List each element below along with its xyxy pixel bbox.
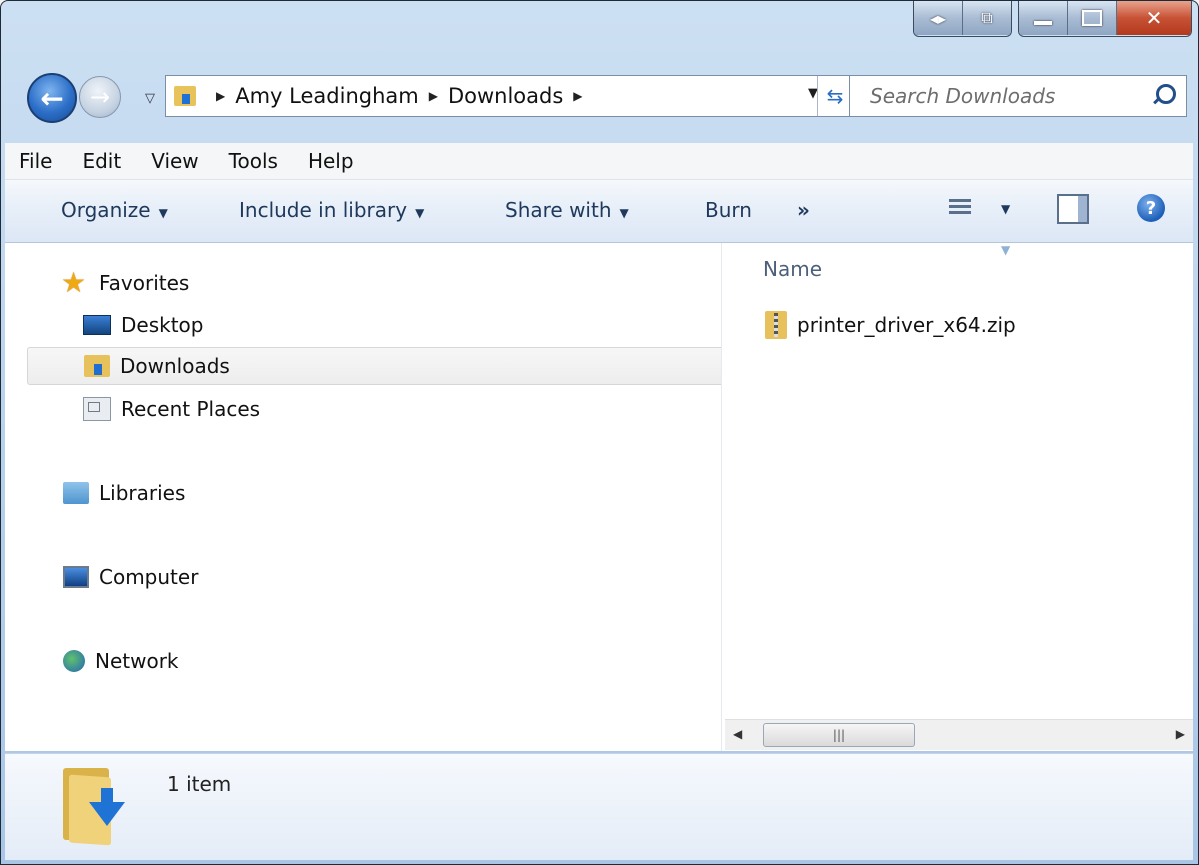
include-in-library-button[interactable]: Include in library ▼ xyxy=(239,198,424,222)
window-caption-group: ✕ xyxy=(1018,1,1192,37)
nav-favorites[interactable]: ★ Favorites xyxy=(61,265,189,301)
nav-libraries-label: Libraries xyxy=(99,481,186,505)
nav-downloads[interactable]: Downloads xyxy=(27,347,775,385)
close-icon: ✕ xyxy=(1145,6,1163,30)
refresh-button[interactable]: ⇆ xyxy=(817,76,852,116)
chevron-down-icon: ▼ xyxy=(158,206,168,220)
nav-downloads-label: Downloads xyxy=(120,354,230,378)
list-item[interactable]: printer_driver_x64.zip xyxy=(765,311,1016,339)
recent-places-icon xyxy=(83,397,111,421)
menu-edit[interactable]: Edit xyxy=(68,149,137,173)
change-view-icon[interactable] xyxy=(949,196,971,218)
nav-recent-places[interactable]: Recent Places xyxy=(83,391,260,427)
minimize-icon xyxy=(1034,21,1052,25)
refresh-icon: ⇆ xyxy=(826,84,844,108)
organize-label: Organize xyxy=(61,198,151,222)
minimize-button[interactable] xyxy=(1019,1,1068,35)
menu-bar: File Edit View Tools Help xyxy=(5,143,1193,180)
address-row: ← → ▽ ▶ Amy Leadingham ▶ Downloads ▶ ▼ ⇆ xyxy=(27,73,1187,125)
breadcrumb-separator-icon[interactable]: ▶ xyxy=(429,89,438,103)
libraries-icon xyxy=(63,482,89,504)
forward-arrow-icon: → xyxy=(89,83,111,111)
explorer-window: ◂▸ ⧉ ✕ ← → ▽ ▶ Amy Leadingham ▶ Download… xyxy=(0,0,1199,865)
nav-desktop-label: Desktop xyxy=(121,313,204,337)
nav-network[interactable]: Network xyxy=(63,643,179,679)
share-with-label: Share with xyxy=(505,198,612,222)
title-bar-controls: ◂▸ ⧉ ✕ xyxy=(907,1,1192,37)
back-arrow-icon: ← xyxy=(40,81,64,115)
breadcrumb-separator-icon[interactable]: ▶ xyxy=(573,89,582,103)
desktop-icon xyxy=(83,315,111,335)
search-box[interactable] xyxy=(849,75,1187,117)
nav-computer[interactable]: Computer xyxy=(63,559,198,595)
maximize-button[interactable] xyxy=(1068,1,1117,35)
sort-indicator-icon: ▼ xyxy=(1001,243,1011,257)
scroll-right-icon[interactable]: ▶ xyxy=(1176,727,1185,741)
resize-arrows-button[interactable]: ◂▸ xyxy=(914,1,963,35)
file-list-pane: ▼ Name printer_driver_x64.zip xyxy=(725,243,1193,751)
nav-libraries[interactable]: Libraries xyxy=(63,475,185,511)
nav-recent-places-label: Recent Places xyxy=(121,397,261,421)
organize-button[interactable]: Organize ▼ xyxy=(61,198,168,222)
scrollbar-thumb[interactable]: ||| xyxy=(763,723,915,747)
menu-tools[interactable]: Tools xyxy=(215,149,294,173)
breadcrumb-user[interactable]: Amy Leadingham xyxy=(235,84,418,108)
more-commands-button[interactable]: » xyxy=(797,198,810,222)
address-bar[interactable]: ▶ Amy Leadingham ▶ Downloads ▶ ▼ ⇆ xyxy=(165,75,853,117)
chevron-down-icon: ▼ xyxy=(619,206,629,220)
breadcrumb-separator-icon[interactable]: ▶ xyxy=(216,89,225,103)
command-bar: Organize ▼ Include in library ▼ Share with… xyxy=(5,180,1193,243)
burn-button[interactable]: Burn xyxy=(705,198,752,222)
menu-file[interactable]: File xyxy=(5,149,68,173)
close-button[interactable]: ✕ xyxy=(1117,1,1191,35)
share-with-button[interactable]: Share with ▼ xyxy=(505,198,629,222)
include-in-library-label: Include in library xyxy=(239,198,408,222)
computer-icon xyxy=(63,566,89,588)
file-name: printer_driver_x64.zip xyxy=(797,313,1016,337)
nav-favorites-label: Favorites xyxy=(99,271,190,295)
search-input[interactable] xyxy=(868,83,1152,109)
zip-folder-icon xyxy=(765,311,787,339)
horizontal-scrollbar[interactable]: ◀ ||| ▶ xyxy=(725,719,1193,750)
downloads-folder-icon xyxy=(174,86,196,106)
pin-window-icon: ⧉ xyxy=(981,8,993,27)
menu-help[interactable]: Help xyxy=(294,149,370,173)
grip-icon: ||| xyxy=(832,728,846,742)
navigation-pane: ★ Favorites Desktop Downloads Recent Pla… xyxy=(5,243,775,751)
downloads-large-folder-icon xyxy=(63,768,131,846)
recent-pages-dropdown[interactable]: ▽ xyxy=(145,91,155,106)
item-count: 1 item xyxy=(167,772,232,796)
forward-button[interactable]: → xyxy=(79,76,121,118)
downloads-folder-icon xyxy=(84,355,110,377)
nav-computer-label: Computer xyxy=(99,565,199,589)
views-dropdown-icon[interactable]: ▼ xyxy=(1001,202,1010,216)
star-icon: ★ xyxy=(61,266,87,299)
chevron-down-icon: ▼ xyxy=(415,206,425,220)
network-icon xyxy=(63,650,85,672)
search-icon[interactable] xyxy=(1156,84,1176,104)
extra-caption-group: ◂▸ ⧉ xyxy=(913,1,1012,37)
help-icon[interactable]: ? xyxy=(1137,194,1165,222)
nav-network-label: Network xyxy=(95,649,179,673)
scroll-left-icon[interactable]: ◀ xyxy=(733,727,742,741)
nav-desktop[interactable]: Desktop xyxy=(83,307,203,343)
pin-window-button[interactable]: ⧉ xyxy=(963,1,1011,35)
maximize-icon xyxy=(1082,10,1102,26)
resize-arrows-icon: ◂▸ xyxy=(929,8,947,28)
menu-view[interactable]: View xyxy=(137,149,214,173)
breadcrumb-downloads[interactable]: Downloads xyxy=(448,84,563,108)
preview-pane-icon[interactable] xyxy=(1057,194,1089,224)
column-header-name[interactable]: Name xyxy=(763,257,822,281)
back-button[interactable]: ← xyxy=(27,73,77,123)
details-pane: 1 item xyxy=(5,753,1193,860)
